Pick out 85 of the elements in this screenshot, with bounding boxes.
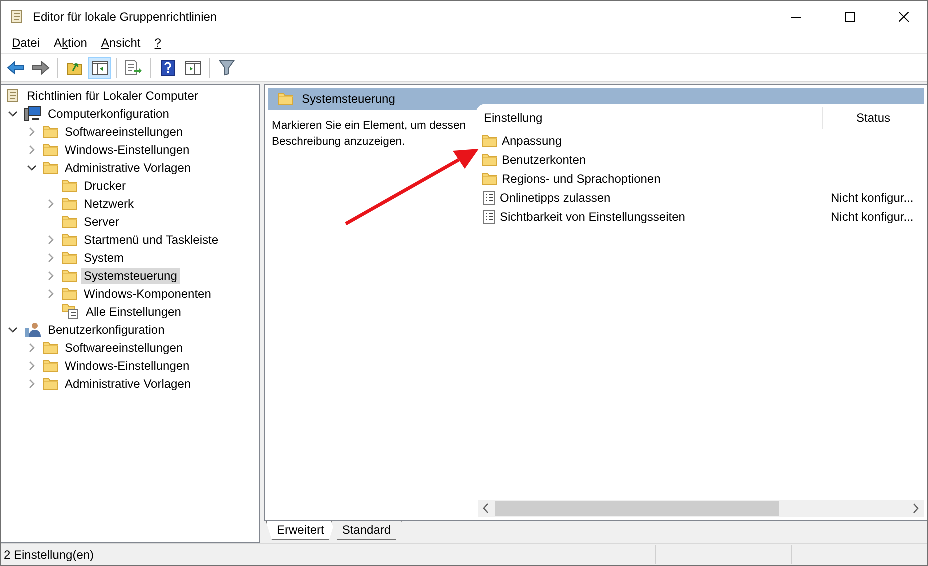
description-text: Markieren Sie ein Element, um dessen Beschreibung anzuzeigen.: [272, 120, 466, 148]
chevron-right-icon[interactable]: [27, 145, 37, 155]
folder-icon: [482, 134, 498, 148]
setting-name[interactable]: Onlinetipps zulassen: [500, 190, 611, 204]
maximize-icon: [845, 12, 855, 22]
tree-item[interactable]: Softwareeinstellungen: [62, 340, 186, 356]
column-header[interactable]: Status: [823, 110, 924, 124]
tree-item[interactable]: Drucker: [81, 178, 130, 194]
chevron-down-icon[interactable]: [27, 163, 37, 173]
chevron-right-icon[interactable]: [46, 235, 56, 245]
folder-icon: [62, 233, 78, 247]
setting-icon: [482, 190, 496, 206]
close-icon: [899, 12, 909, 22]
chevron-right-icon[interactable]: [27, 379, 37, 389]
tree-item[interactable]: System: [81, 250, 128, 266]
tree-item[interactable]: Server: [81, 214, 122, 230]
folder-icon: [482, 152, 498, 166]
folder-icon: [62, 197, 78, 211]
toolbar-button[interactable]: [88, 56, 111, 78]
tree-item[interactable]: Systemsteuerung: [81, 268, 180, 284]
tree-item[interactable]: Administrative Vorlagen: [62, 160, 194, 176]
folder-icon: [482, 172, 498, 186]
tree-item[interactable]: Windows-Komponenten: [81, 286, 214, 302]
tree-item[interactable]: Benutzerkonfiguration: [45, 322, 168, 338]
folder-icon: [43, 359, 59, 373]
header-title: Systemsteuerung: [302, 92, 396, 106]
chevron-right-icon[interactable]: [46, 271, 56, 281]
folder-icon: [43, 125, 59, 139]
settings-list-icon: [62, 304, 80, 320]
forward-arrow-icon: [32, 60, 50, 74]
menu-item[interactable]: Ansicht: [94, 34, 148, 52]
scroll-icon: [9, 8, 25, 24]
tree-item[interactable]: Administrative Vorlagen: [62, 376, 194, 392]
back-arrow-icon: [6, 60, 24, 74]
folder-icon: [62, 179, 78, 193]
chevron-right-icon[interactable]: [46, 253, 56, 263]
filter-icon: [218, 60, 234, 76]
folder-icon: [43, 161, 59, 175]
chevron-right-icon[interactable]: [27, 343, 37, 353]
tree-item[interactable]: Startmenü und Taskleiste: [81, 232, 222, 248]
tree-item[interactable]: Computerkonfiguration: [45, 106, 172, 122]
folder-icon: [43, 143, 59, 157]
status-cell-text: Nicht konfigur...: [831, 210, 915, 224]
chevron-right-icon[interactable]: [27, 361, 37, 371]
chevron-right-icon[interactable]: [27, 127, 37, 137]
user-icon: [24, 322, 42, 338]
column-header[interactable]: Einstellung: [476, 106, 823, 128]
chevron-right-icon[interactable]: [46, 289, 56, 299]
menu-item[interactable]: Datei: [5, 34, 48, 52]
status-text: 2 Einstellung(en): [3, 548, 96, 562]
scroll-icon: [5, 88, 21, 104]
setting-name[interactable]: Benutzerkonten: [502, 152, 586, 166]
scroll-thumb[interactable]: [495, 501, 779, 516]
export-list-icon: [124, 60, 142, 76]
window-title: Editor für lokale Gruppenrichtlinien: [33, 10, 218, 24]
tree-item[interactable]: Softwareeinstellungen: [62, 124, 186, 140]
chevron-down-icon[interactable]: [8, 109, 18, 119]
horizontal-scrollbar[interactable]: [478, 500, 924, 517]
setting-name[interactable]: Regions- und Sprachoptionen: [502, 172, 661, 186]
tree-item[interactable]: Netzwerk: [81, 196, 138, 212]
folder-icon: [43, 377, 59, 391]
tree-item[interactable]: Alle Einstellungen: [83, 304, 184, 320]
folder-icon: [62, 287, 78, 301]
tree-item[interactable]: Windows-Einstellungen: [62, 142, 193, 158]
view-tab[interactable]: Erweitert: [266, 521, 336, 540]
status-cell-text: Nicht konfigur...: [831, 190, 915, 204]
console-tree-icon: [92, 60, 108, 74]
folder-icon: [278, 92, 294, 106]
tree-item[interactable]: Windows-Einstellungen: [62, 358, 193, 374]
chevron-down-icon[interactable]: [8, 325, 18, 335]
folder-icon: [62, 215, 78, 229]
setting-name[interactable]: Anpassung: [502, 134, 562, 148]
tree-item[interactable]: Richtlinien für Lokaler Computer: [24, 88, 202, 104]
menu-item[interactable]: ?: [148, 34, 168, 52]
folder-icon: [43, 341, 59, 355]
computer-icon: [24, 106, 42, 122]
view-tab[interactable]: Standard: [331, 521, 402, 540]
action-pane-icon: [184, 60, 200, 74]
folder-icon: [62, 269, 78, 283]
menu-item[interactable]: Aktion: [47, 34, 94, 52]
setting-icon: [482, 208, 496, 224]
folder-icon: [62, 251, 78, 265]
setting-name[interactable]: Sichtbarkeit von Einstellungsseiten: [500, 210, 686, 224]
help-icon: [160, 60, 174, 76]
chevron-right-icon[interactable]: [46, 199, 56, 209]
